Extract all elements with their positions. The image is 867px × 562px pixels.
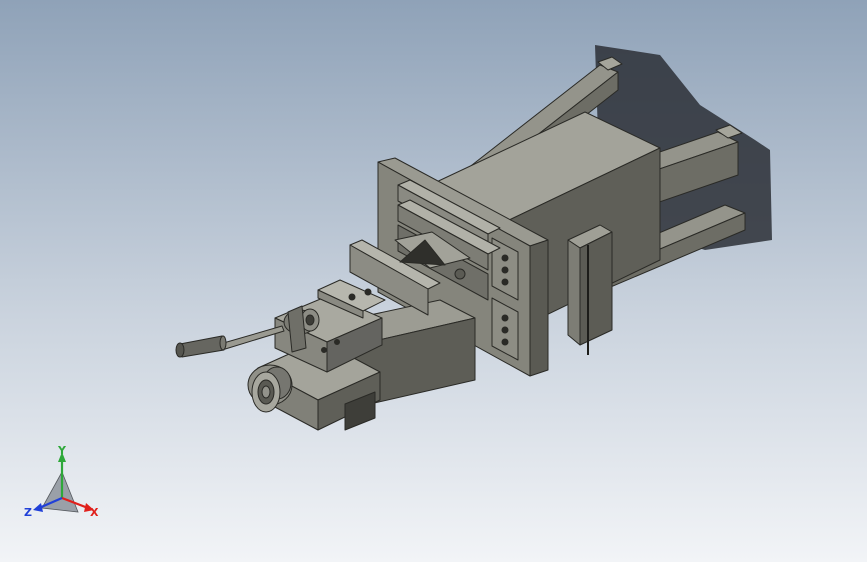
machine-assembly-model[interactable] xyxy=(0,0,867,562)
z-axis-label: Z xyxy=(24,506,32,519)
side-clamp-bracket xyxy=(567,224,613,355)
x-axis-label: X xyxy=(90,506,99,519)
z-axis-arrow xyxy=(33,503,43,512)
cad-viewport[interactable]: Y X Z xyxy=(0,0,867,562)
clamp-lever-handle[interactable] xyxy=(175,325,285,358)
y-axis-label: Y xyxy=(57,446,67,457)
triad-cone xyxy=(41,471,79,513)
axis-triad: Y X Z xyxy=(24,446,99,519)
